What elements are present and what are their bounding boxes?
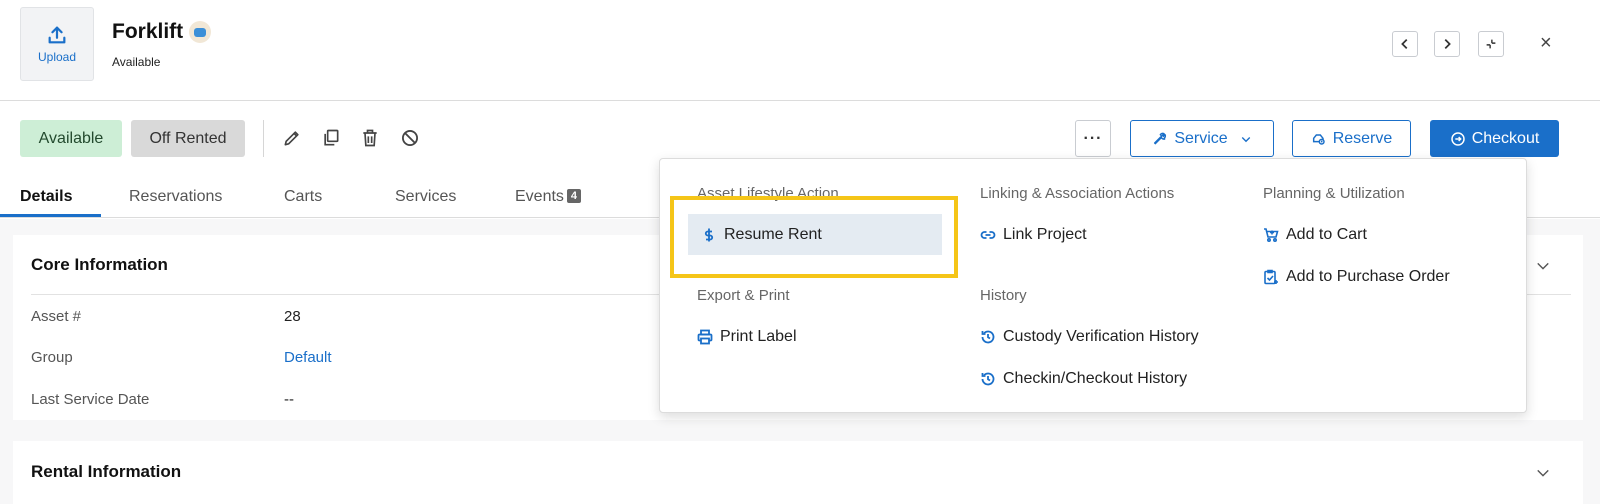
linking-heading: Linking & Association Actions bbox=[980, 185, 1175, 202]
collapse-button[interactable] bbox=[1478, 31, 1504, 57]
previous-button[interactable] bbox=[1392, 31, 1418, 57]
chevron-down-icon[interactable] bbox=[1536, 466, 1550, 480]
asset-number-label: Asset # bbox=[31, 308, 82, 325]
service-actions-menu: Asset Lifestyle Action Resume Rent Expor… bbox=[659, 158, 1527, 413]
edit-button[interactable] bbox=[281, 127, 303, 149]
chevron-down-icon bbox=[1241, 136, 1250, 142]
chevron-left-icon bbox=[1401, 39, 1408, 49]
add-to-purchase-order-menu-item[interactable]: Add to Purchase Order bbox=[1263, 268, 1450, 286]
tab-details[interactable]: Details bbox=[20, 188, 72, 206]
disable-button[interactable] bbox=[399, 127, 421, 149]
checkout-label: Checkout bbox=[1471, 129, 1540, 147]
group-link[interactable]: Default bbox=[284, 349, 332, 366]
link-icon bbox=[980, 231, 996, 239]
planning-heading: Planning & Utilization bbox=[1263, 185, 1405, 202]
next-button[interactable] bbox=[1434, 31, 1460, 57]
asset-header: Upload Forklift Available × bbox=[0, 0, 1600, 101]
add-to-cart-label: Add to Cart bbox=[1286, 226, 1367, 243]
service-button[interactable]: Service bbox=[1130, 120, 1274, 157]
more-actions-button[interactable]: ··· bbox=[1075, 120, 1111, 157]
page-title: Forklift bbox=[112, 20, 212, 44]
asset-number-value: 28 bbox=[284, 308, 301, 325]
status-available-button[interactable]: Available bbox=[20, 120, 122, 157]
cart-icon bbox=[1264, 228, 1279, 243]
tab-reservations[interactable]: Reservations bbox=[129, 188, 222, 206]
rental-information-title: Rental Information bbox=[31, 462, 182, 481]
reserve-icon bbox=[1312, 133, 1325, 145]
arrow-circle-right-icon bbox=[1450, 131, 1465, 146]
asset-lifestyle-heading: Asset Lifestyle Action bbox=[697, 185, 839, 202]
core-information-title: Core Information bbox=[31, 255, 168, 274]
history-icon bbox=[981, 330, 995, 344]
add-to-cart-menu-item[interactable]: Add to Cart bbox=[1263, 226, 1367, 244]
print-label-text: Print Label bbox=[720, 328, 797, 345]
upload-icon bbox=[48, 26, 66, 44]
events-count-badge: 4 bbox=[566, 189, 582, 203]
delete-button[interactable] bbox=[359, 127, 381, 149]
history-icon bbox=[981, 372, 995, 386]
group-label: Group bbox=[31, 349, 73, 366]
asset-name: Forklift bbox=[112, 20, 184, 43]
wrench-icon bbox=[1154, 132, 1167, 144]
active-tab-indicator bbox=[0, 214, 101, 217]
reserve-label: Reserve bbox=[1332, 129, 1393, 147]
status-off-rented-button[interactable]: Off Rented bbox=[131, 120, 245, 157]
upload-button[interactable]: Upload bbox=[20, 7, 94, 81]
tab-events-label: Events bbox=[515, 188, 564, 205]
dollar-icon bbox=[704, 228, 714, 241]
tab-carts[interactable]: Carts bbox=[284, 188, 322, 206]
asset-status: Available bbox=[112, 55, 161, 69]
add-to-purchase-order-label: Add to Purchase Order bbox=[1286, 268, 1450, 285]
upload-label: Upload bbox=[37, 50, 77, 64]
checkin-checkout-history-menu-item[interactable]: Checkin/Checkout History bbox=[980, 370, 1187, 388]
reserve-button[interactable]: Reserve bbox=[1292, 120, 1411, 157]
export-print-heading: Export & Print bbox=[697, 287, 790, 304]
chevron-right-icon bbox=[1444, 39, 1451, 49]
tab-services[interactable]: Services bbox=[395, 188, 456, 206]
link-project-label: Link Project bbox=[1003, 226, 1087, 243]
checkout-button[interactable]: Checkout bbox=[1430, 120, 1559, 157]
resume-rent-label: Resume Rent bbox=[724, 225, 822, 243]
rental-information-card: Rental Information bbox=[13, 441, 1583, 504]
last-service-date-value: -- bbox=[284, 391, 294, 408]
trash-icon bbox=[363, 129, 377, 147]
asset-type-icon bbox=[189, 21, 212, 43]
checkin-checkout-history-label: Checkin/Checkout History bbox=[1003, 370, 1188, 387]
close-button[interactable]: × bbox=[1540, 33, 1552, 53]
toolbar-divider bbox=[263, 120, 264, 157]
copy-button[interactable] bbox=[320, 127, 342, 149]
tab-events[interactable]: Events 4 bbox=[515, 188, 582, 206]
printer-icon bbox=[697, 329, 713, 345]
history-heading: History bbox=[980, 287, 1027, 304]
collapse-icon bbox=[1486, 39, 1496, 49]
resume-rent-menu-item[interactable]: Resume Rent bbox=[688, 214, 942, 255]
last-service-date-label: Last Service Date bbox=[31, 391, 150, 408]
purchase-order-icon bbox=[1264, 269, 1278, 285]
print-label-menu-item[interactable]: Print Label bbox=[697, 328, 797, 346]
custody-verification-history-label: Custody Verification History bbox=[1003, 328, 1199, 345]
link-project-menu-item[interactable]: Link Project bbox=[980, 226, 1087, 244]
chevron-down-icon[interactable] bbox=[1536, 259, 1550, 273]
copy-icon bbox=[324, 129, 339, 146]
ban-icon bbox=[402, 130, 418, 146]
service-label: Service bbox=[1174, 129, 1228, 147]
pencil-icon bbox=[284, 131, 299, 146]
custody-verification-history-menu-item[interactable]: Custody Verification History bbox=[980, 328, 1199, 346]
